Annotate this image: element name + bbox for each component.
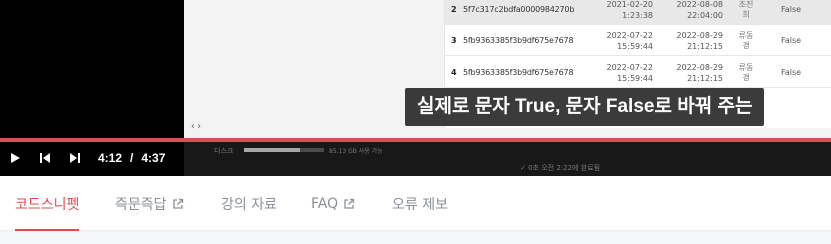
row-name: 류동 경 [738, 62, 754, 82]
tab-instant-qa[interactable]: 즉문즉답 [115, 176, 184, 231]
tab-label: 강의 자료 [221, 196, 277, 213]
lecture-player-page: ‹› 2 5f7c317c2bdfa0000984270b 2021-02-20… [0, 0, 831, 244]
current-time: 4:12 [98, 151, 123, 165]
row-date2: 2022-08-08 22:04:00 [676, 0, 724, 20]
time-separator: / [130, 151, 134, 165]
content-area-background [0, 231, 831, 244]
row-bool: False [781, 68, 802, 77]
table-row: 4 5fb9363385f3b9df675e7678 2022-07-22 15:… [445, 58, 831, 88]
skip-next-button[interactable] [60, 146, 90, 170]
row-id: 5f7c317c2bdfa0000984270b [463, 5, 575, 14]
tab-label: 오류 제보 [392, 196, 448, 213]
row-bool: False [781, 5, 802, 14]
row-id: 5fb9363385f3b9df675e7678 [463, 68, 574, 77]
row-date1: 2022-07-22 15:59:44 [606, 62, 654, 83]
row-bool: False [781, 36, 802, 45]
time-display: 4:12 / 4:37 [98, 151, 165, 165]
tab-faq[interactable]: FAQ [311, 176, 355, 231]
skip-previous-button[interactable] [30, 146, 60, 170]
disk-free-text: 85.13 GB 사용 가능 [329, 148, 383, 155]
table-row: 3 5fb9363385f3b9df675e7678 2022-07-22 15:… [445, 26, 831, 56]
row-index: 2 [451, 5, 457, 14]
skip-previous-icon [40, 153, 50, 163]
lecture-tabs: 코드스니펫 즉문즉답 강의 자료 FAQ 오류 제보 [0, 176, 831, 231]
external-link-icon [343, 198, 355, 210]
video-caption: 실제로 문자 True, 문자 False로 바꿔 주는 [405, 88, 765, 126]
disk-label: 디스크 [214, 147, 234, 155]
table-row: 2 5f7c317c2bdfa0000984270b 2021-02-20 1:2… [445, 0, 831, 25]
row-name: 류동 경 [738, 30, 754, 50]
row-date2: 2022-08-29 21:12:15 [676, 30, 724, 51]
play-icon [11, 153, 20, 163]
player-controls: 4:12 / 4:37 [0, 146, 165, 170]
video-player[interactable]: ‹› 2 5f7c317c2bdfa0000984270b 2021-02-20… [0, 0, 831, 176]
tab-code-snippet[interactable]: 코드스니펫 [15, 176, 80, 231]
code-brackets-icon: ‹› [190, 121, 203, 132]
row-date1: 2021-02-20 1:23:38 [606, 0, 654, 20]
row-index: 3 [451, 36, 457, 45]
execution-done-text: ✓ 0초 오전 2:22에 완료됨 [520, 164, 601, 172]
duration: 4:37 [141, 151, 166, 165]
video-background-status: 디스크 85.13 GB 사용 가능 ✓ 0초 오전 2:22에 완료됨 [184, 142, 831, 176]
skip-next-icon [70, 153, 80, 163]
row-name: 조진 희 [738, 0, 754, 19]
external-link-icon [172, 198, 184, 210]
row-date1: 2022-07-22 15:59:44 [606, 30, 654, 51]
row-date2: 2022-08-29 21:12:15 [676, 62, 724, 83]
tab-label: FAQ [311, 195, 339, 212]
row-index: 4 [451, 68, 457, 77]
tab-lecture-materials[interactable]: 강의 자료 [221, 176, 277, 231]
tab-label: 즉문즉답 [115, 196, 167, 213]
row-id: 5fb9363385f3b9df675e7678 [463, 36, 574, 45]
disk-usage-bar [244, 148, 324, 152]
play-button[interactable] [0, 146, 30, 170]
tab-label: 코드스니펫 [15, 196, 80, 213]
tab-error-report[interactable]: 오류 제보 [392, 176, 448, 231]
